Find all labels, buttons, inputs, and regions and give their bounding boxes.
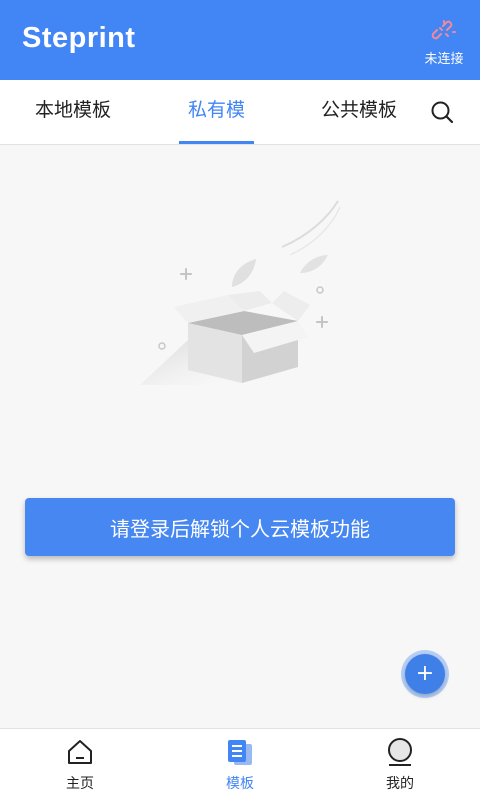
template-icon: [228, 740, 252, 765]
search-icon[interactable]: [430, 100, 454, 124]
tab-bar: 本地模板 私有模板 公共模板: [0, 80, 480, 181]
app-header: Steprint 未连接: [0, 0, 480, 80]
nav-home-label: 主页: [66, 776, 94, 792]
bottom-nav: 主页 模板 我的: [0, 728, 480, 801]
login-unlock-button[interactable]: 请登录后解锁个人云模板功能: [25, 498, 455, 556]
empty-box-illustration: [140, 200, 341, 385]
nav-profile-label: 我的: [386, 776, 414, 792]
connection-status-label: 未连接: [424, 52, 464, 67]
main-content: 请登录后解锁个人云模板功能 +: [0, 145, 480, 728]
nav-templates-label: 模板: [226, 776, 254, 792]
tab-local-templates[interactable]: 本地模板: [30, 80, 116, 144]
nav-templates[interactable]: 模板: [160, 729, 320, 801]
plus-icon: +: [415, 661, 435, 686]
nav-profile[interactable]: 我的: [320, 729, 480, 801]
tab-public-templates[interactable]: 公共模板: [319, 80, 399, 144]
home-icon: [68, 740, 92, 764]
profile-icon: [388, 738, 412, 766]
connection-status[interactable]: 未连接: [420, 20, 468, 67]
nav-home[interactable]: 主页: [0, 729, 160, 801]
tab-private-templates[interactable]: 私有模板: [179, 80, 254, 181]
app-logo: Steprint: [22, 22, 136, 54]
add-template-button[interactable]: +: [405, 654, 445, 694]
unlinked-chain-icon: [431, 20, 456, 40]
